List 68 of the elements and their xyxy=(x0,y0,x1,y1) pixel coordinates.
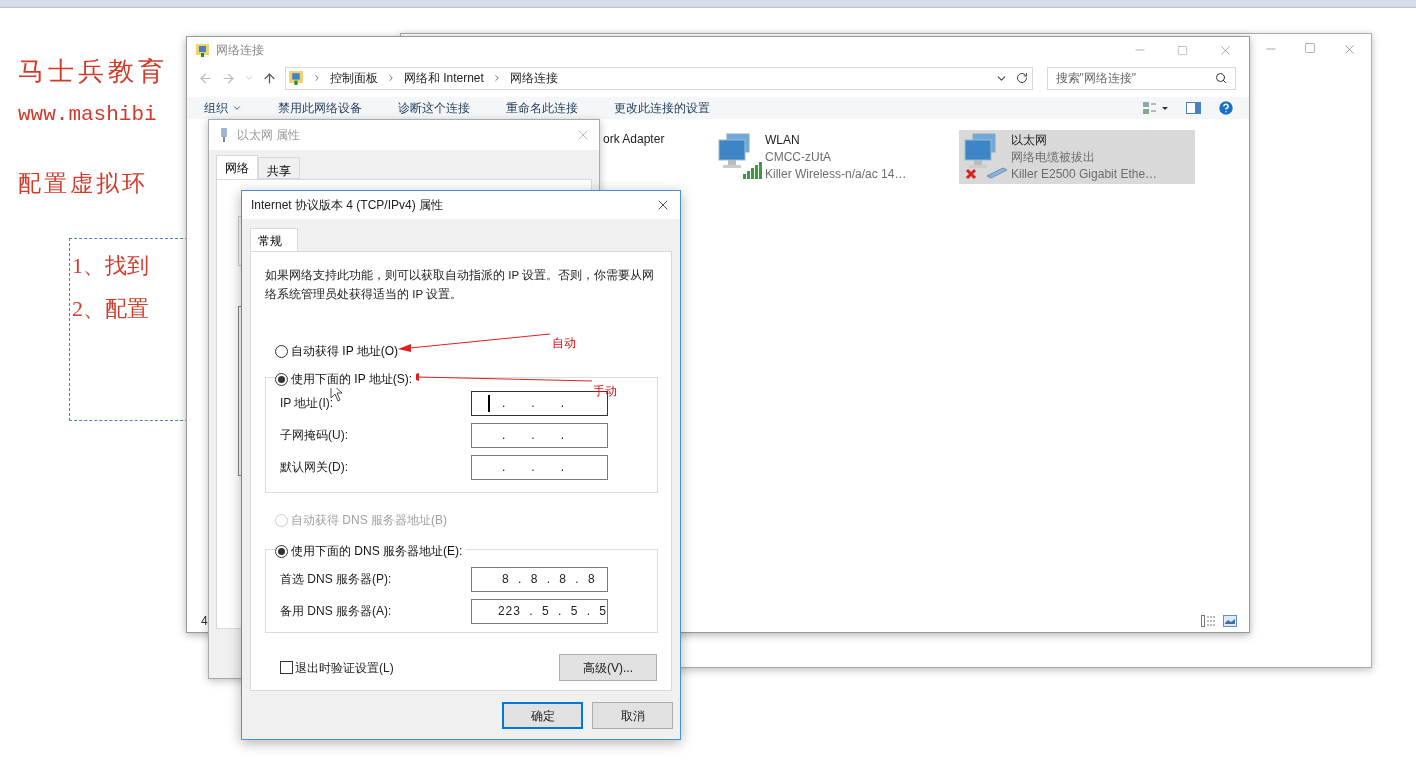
window-title: 网络连接 xyxy=(216,42,264,59)
connection-status: 网络电缆被拔出 xyxy=(1011,149,1096,166)
connection-status: CMCC-zUtA xyxy=(765,149,832,166)
toolbar-item[interactable]: 更改此连接的设置 xyxy=(614,102,710,114)
dialog-button[interactable]: 确定 xyxy=(502,702,583,729)
advanced-button[interactable]: 高级(V)... xyxy=(559,654,657,681)
dialog-button[interactable]: 取消 xyxy=(592,702,673,729)
field-label: 首选 DNS 服务器(P): xyxy=(280,571,392,588)
ip-address-field[interactable]: 8 . 8 . 8 . 8 xyxy=(471,566,608,592)
caret-icon xyxy=(232,103,242,113)
toolbar-item[interactable]: 诊断这个连接 xyxy=(398,102,470,114)
large-icons-view-icon[interactable] xyxy=(1223,615,1237,627)
window-title: Internet 协议版本 4 (TCP/IPv4) 属性 xyxy=(251,197,444,214)
description-text: 如果网络支持此功能，则可以获取自动指派的 IP 设置。否则，你需要从网络系统管理员处获得适当的 IP 设置。 xyxy=(265,268,656,302)
network-adapter-icon xyxy=(219,127,229,143)
connection-name: 以太网 xyxy=(1011,132,1048,149)
connection-name: WLAN xyxy=(765,132,801,149)
ip-address-field[interactable]: . . . xyxy=(471,422,608,448)
ip-address-field[interactable]: 223 . 5 . 5 . 5 xyxy=(471,598,608,624)
search-icon xyxy=(1215,72,1227,84)
network-folder-icon xyxy=(287,70,304,86)
radio-button[interactable] xyxy=(275,544,288,558)
step-text: 2、配置 xyxy=(72,295,150,323)
refresh-icon[interactable] xyxy=(1015,72,1028,84)
field-label: 备用 DNS 服务器(A): xyxy=(280,603,392,620)
status-count: 4 xyxy=(201,613,208,630)
radio-label: 使用下面的 IP 地址(S): xyxy=(291,371,413,388)
connection-name: ork Adapter xyxy=(603,132,665,146)
checkbox-label: 退出时验证设置(L) xyxy=(295,659,394,677)
ip-address-field[interactable]: . . . xyxy=(471,454,608,480)
annotation-label: 自动 xyxy=(552,335,576,352)
tab[interactable]: 网络 xyxy=(216,155,258,179)
radio-label: 自动获得 DNS 服务器地址(B) xyxy=(291,512,447,529)
connection-device: Killer Wireless-n/a/ac 14… xyxy=(765,166,907,183)
field-label: 默认网关(D): xyxy=(280,459,348,476)
tab[interactable]: 常规 xyxy=(250,228,298,251)
breadcrumb-item[interactable]: 网络和 Internet xyxy=(403,69,484,87)
radio-label: 使用下面的 DNS 服务器地址(E): xyxy=(291,543,463,560)
slide-title: 马士兵教育 xyxy=(18,56,168,88)
network-wireless-icon xyxy=(717,132,763,180)
slide-url: www.mashibi xyxy=(18,102,158,128)
radio-label: 自动获得 IP 地址(O) xyxy=(291,343,399,360)
network-folder-icon xyxy=(195,42,210,58)
address-bar[interactable]: 控制面板 网络和 Internet 网络连接 xyxy=(284,66,1033,90)
up-icon[interactable] xyxy=(261,70,277,86)
breadcrumb-item[interactable]: 控制面板 xyxy=(329,69,378,87)
preview-pane-icon[interactable] xyxy=(1186,102,1201,114)
toolbar-item[interactable]: 禁用此网络设备 xyxy=(278,102,362,114)
step-text: 1、找到 xyxy=(72,252,150,280)
maximize-icon[interactable] xyxy=(1304,42,1316,54)
field-label: 子网掩码(U): xyxy=(280,427,348,444)
connection-item[interactable]: 以太网 网络电缆被拔出 Killer E2500 Gigabit Ethe… xyxy=(959,130,1195,184)
breadcrumb-item[interactable]: 网络连接 xyxy=(509,69,558,87)
details-view-icon[interactable] xyxy=(1201,615,1217,627)
checkbox[interactable] xyxy=(280,661,293,674)
field-label: IP 地址(I): xyxy=(280,395,334,412)
slide-heading: 配置虚拟环 xyxy=(18,169,149,198)
help-icon[interactable] xyxy=(1217,99,1235,117)
toolbar-item[interactable]: 组织 xyxy=(204,102,242,114)
radio-button[interactable] xyxy=(275,372,288,386)
toolbar-item[interactable]: 重命名此连接 xyxy=(506,102,578,114)
network-cable-icon xyxy=(963,132,1009,180)
window-title: 以太网 属性 xyxy=(237,127,301,144)
search-field[interactable]: 搜索"网络连接" xyxy=(1046,66,1236,90)
view-options-icon[interactable] xyxy=(1142,101,1170,115)
connection-device: Killer E2500 Gigabit Ethe… xyxy=(1011,166,1158,183)
radio-button[interactable] xyxy=(275,344,288,358)
tab[interactable]: 共享 xyxy=(258,157,300,179)
